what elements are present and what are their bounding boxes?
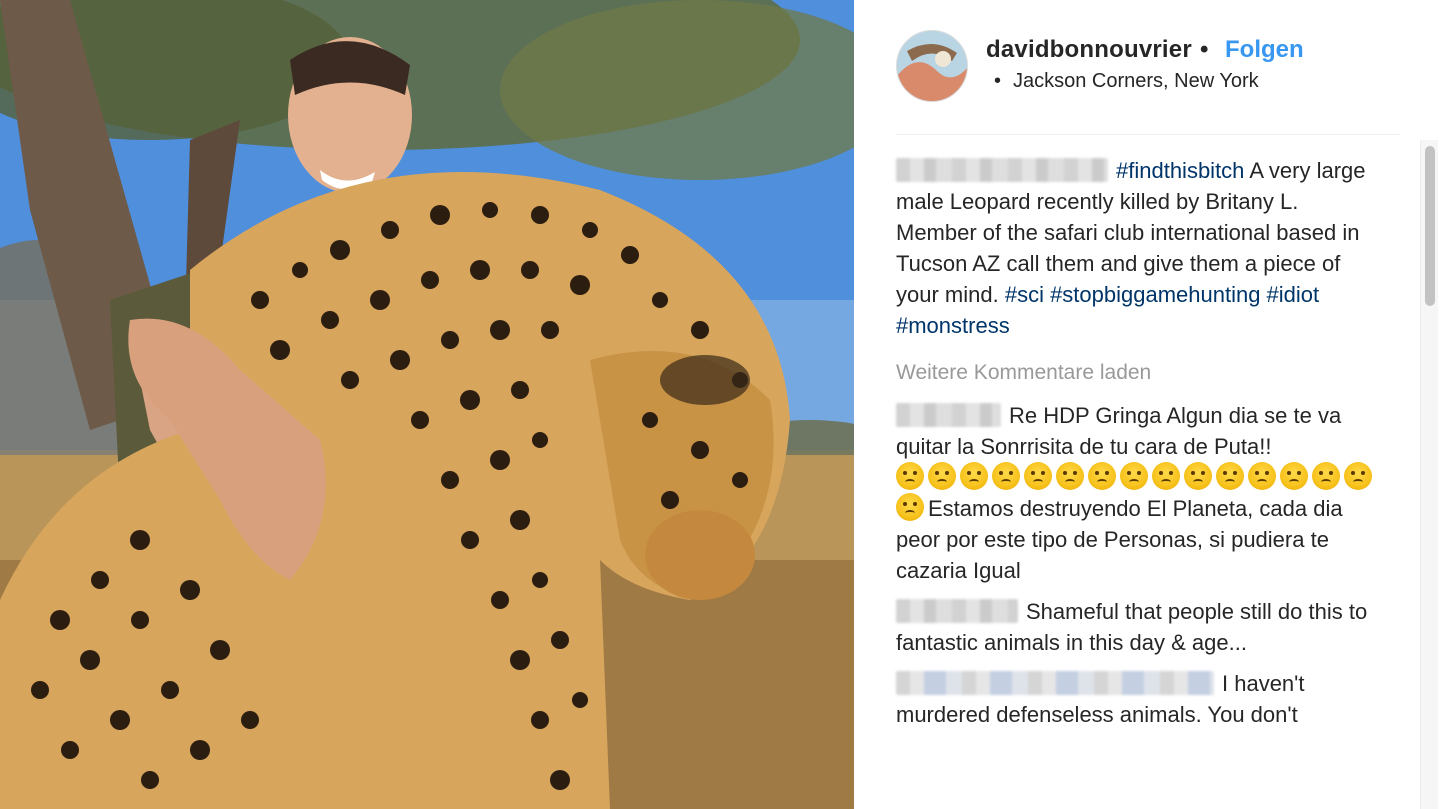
avatar[interactable] <box>896 30 968 102</box>
follow-button[interactable]: Folgen <box>1225 36 1304 64</box>
blurred-username <box>896 671 1214 695</box>
header-divider <box>896 134 1400 135</box>
load-more-comments-button[interactable]: Weitere Kommentare laden <box>896 357 1376 388</box>
blurred-username <box>896 158 1108 182</box>
angry-face-icon <box>1312 462 1340 490</box>
blurred-username <box>896 403 1001 427</box>
angry-face-icon <box>1152 462 1180 490</box>
angry-face-icon <box>1120 462 1148 490</box>
angry-face-icon <box>928 462 956 490</box>
angry-face-icon <box>992 462 1020 490</box>
angry-face-icon <box>1216 462 1244 490</box>
comment-item: Re HDP Gringa Algun dia se te va quitar … <box>896 400 1376 586</box>
angry-face-icon <box>1088 462 1116 490</box>
comment-text-continued: Estamos destruyendo El Planeta, cada dia… <box>896 496 1343 583</box>
comment-item: I haven't murdered defenseless animals. … <box>896 668 1376 730</box>
angry-face-icon <box>896 493 924 521</box>
post-header: davidbonnouvrier • Folgen • Jackson Corn… <box>854 0 1440 134</box>
post-photo <box>0 0 854 809</box>
blurred-username <box>896 599 1018 623</box>
scrollbar-thumb[interactable] <box>1425 146 1435 306</box>
angry-face-icon <box>1248 462 1276 490</box>
comment-item: Shameful that people still do this to fa… <box>896 596 1376 658</box>
leopard-photo-illustration <box>0 0 854 809</box>
comment-caption: #findthisbitch A very large male Leopard… <box>896 155 1376 341</box>
comments-scrollbar[interactable] <box>1420 140 1438 809</box>
comments-list: #findthisbitch A very large male Leopard… <box>896 155 1376 740</box>
angry-face-icon <box>1184 462 1212 490</box>
post-side-panel: davidbonnouvrier • Folgen • Jackson Corn… <box>854 0 1440 809</box>
angry-face-icon <box>1056 462 1084 490</box>
angry-face-icon <box>1024 462 1052 490</box>
avatar-image <box>897 31 967 101</box>
username-link[interactable]: davidbonnouvrier <box>986 36 1192 64</box>
location-bullet: • <box>994 70 1002 92</box>
angry-face-icon <box>960 462 988 490</box>
angry-face-icon <box>1344 462 1372 490</box>
angry-face-icon <box>896 462 924 490</box>
header-separator: • <box>1200 36 1209 63</box>
angry-face-icon <box>1280 462 1308 490</box>
location-link[interactable]: Jackson Corners, New York <box>1013 70 1259 93</box>
hashtag-link[interactable]: #findthisbitch <box>1116 158 1244 183</box>
